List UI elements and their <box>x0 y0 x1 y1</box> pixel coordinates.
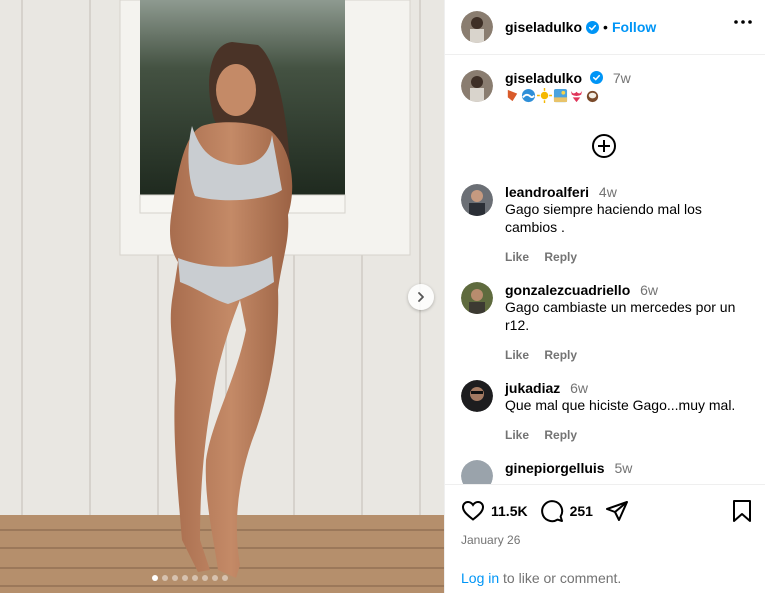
wave-icon <box>521 88 536 103</box>
carousel-dot <box>192 575 198 581</box>
like-button[interactable]: 11.5K <box>461 499 540 523</box>
reply-button[interactable]: Reply <box>544 250 577 264</box>
bookmark-icon <box>733 500 751 522</box>
verified-badge-icon <box>586 20 600 34</box>
avatar[interactable] <box>461 380 493 412</box>
login-link[interactable]: Log in <box>461 570 499 586</box>
carousel-dot <box>182 575 188 581</box>
post-actions: 11.5K 251 January 26 <box>445 484 765 547</box>
reply-button[interactable]: Reply <box>544 348 577 362</box>
comment-item: gonzalezcuadriello 6w Gago cambiaste un … <box>461 282 753 362</box>
next-image-button[interactable] <box>408 284 434 310</box>
comment-icon <box>540 500 563 523</box>
more-options-icon[interactable] <box>734 20 752 24</box>
comment-count[interactable]: 251 <box>570 503 593 519</box>
load-more-comments-icon[interactable] <box>591 133 617 159</box>
chevron-right-icon <box>418 292 424 302</box>
comment-item: leandroalferi 4w Gago siempre haciendo m… <box>461 184 753 264</box>
carousel-dot <box>222 575 228 581</box>
instagram-post: giseladulko • Follow giseladulko 7w lean… <box>0 0 765 593</box>
comment-username[interactable]: leandroalferi <box>505 184 589 200</box>
flag-icon <box>507 89 518 102</box>
beach-icon <box>553 88 568 103</box>
sun-icon <box>537 88 552 103</box>
separator-dot: • <box>603 19 608 35</box>
post-date[interactable]: January 26 <box>461 533 750 547</box>
share-icon <box>605 501 628 521</box>
comment-username[interactable]: ginepiorgelluis <box>505 460 605 476</box>
like-count[interactable]: 11.5K <box>491 503 528 519</box>
avatar[interactable] <box>461 11 493 43</box>
carousel-dot <box>152 575 158 581</box>
comment-username[interactable]: jukadiaz <box>505 380 560 396</box>
caption-username[interactable]: giseladulko <box>505 70 582 86</box>
comment-time[interactable]: 5w <box>614 460 632 476</box>
author-username[interactable]: giseladulko <box>505 19 582 35</box>
comments-list[interactable]: leandroalferi 4w Gago siempre haciendo m… <box>461 184 753 484</box>
comment-item: jukadiaz 6w Que mal que hiciste Gago...m… <box>461 380 753 442</box>
heart-icon <box>461 500 485 521</box>
comment-time[interactable]: 6w <box>640 282 658 298</box>
comment-item: ginepiorgelluis 5w <box>461 460 753 484</box>
like-comment-button[interactable]: Like <box>505 428 529 442</box>
comment-text: Que mal que hiciste Gago...muy mal. <box>505 397 736 413</box>
carousel-dot <box>202 575 208 581</box>
save-button[interactable] <box>732 499 752 526</box>
share-button[interactable] <box>605 499 629 523</box>
carousel-indicator <box>152 575 228 581</box>
comment-username[interactable]: gonzalezcuadriello <box>505 282 630 298</box>
post-caption: giseladulko 7w <box>461 70 631 103</box>
login-prompt-text: to like or comment. <box>499 570 622 586</box>
caption-emojis <box>505 88 631 103</box>
comment-button[interactable]: 251 <box>540 499 605 523</box>
post-header: giseladulko • Follow <box>445 0 765 55</box>
like-comment-button[interactable]: Like <box>505 250 529 264</box>
comment-time[interactable]: 6w <box>570 380 588 396</box>
comment-text: Gago siempre haciendo mal los cambios . <box>505 201 702 235</box>
comment-time[interactable]: 4w <box>599 184 617 200</box>
carousel-dot <box>162 575 168 581</box>
avatar[interactable] <box>461 460 493 484</box>
avatar[interactable] <box>461 184 493 216</box>
reply-button[interactable]: Reply <box>544 428 577 442</box>
post-photo <box>0 0 444 593</box>
comment-text: Gago cambiaste un mercedes por un r12. <box>505 299 736 333</box>
post-media[interactable] <box>0 0 444 593</box>
like-comment-button[interactable]: Like <box>505 348 529 362</box>
carousel-dot <box>212 575 218 581</box>
avatar[interactable] <box>461 282 493 314</box>
follow-button[interactable]: Follow <box>612 19 656 35</box>
verified-badge-icon <box>589 71 603 84</box>
coconut-icon <box>586 90 599 103</box>
avatar[interactable] <box>461 70 493 102</box>
caption-time[interactable]: 7w <box>613 70 631 86</box>
post-side-panel: giseladulko • Follow giseladulko 7w lean… <box>444 0 765 593</box>
bikini-icon <box>570 90 583 103</box>
login-prompt: Log in to like or comment. <box>461 570 621 586</box>
carousel-dot <box>172 575 178 581</box>
